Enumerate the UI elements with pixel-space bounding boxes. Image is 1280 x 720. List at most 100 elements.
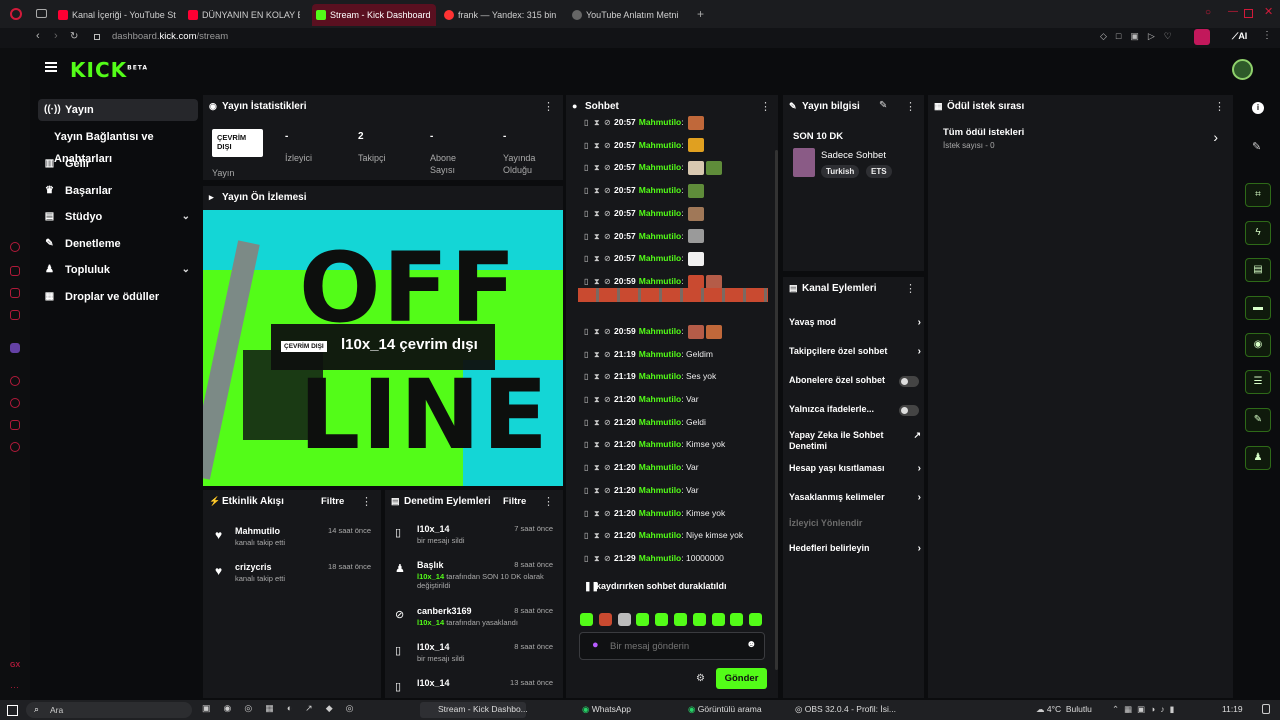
timeout-icon[interactable]: ⧗ xyxy=(594,207,604,221)
ban-icon[interactable]: ⊘ xyxy=(604,184,614,198)
trash-icon[interactable]: ▯ xyxy=(584,529,594,543)
shopping-icon[interactable] xyxy=(10,266,20,276)
ban-icon[interactable]: ⊘ xyxy=(604,393,614,407)
timeout-icon[interactable]: ⧗ xyxy=(594,230,604,244)
edit-icon[interactable]: ✎ xyxy=(879,100,887,111)
taskbar-item-obs[interactable]: ◎ OBS 32.0.4 - Profil: İsi... xyxy=(795,704,896,715)
chat-input-box[interactable]: ● ☻ xyxy=(579,632,765,660)
chat-message[interactable]: ▯ ⧗ ⊘ 21:19 Mahmutilo: Ses yok xyxy=(584,369,716,383)
kebab-menu-icon[interactable]: ⋮ xyxy=(760,100,771,113)
trash-icon[interactable]: ▯ xyxy=(584,184,594,198)
nav-item-basarilar[interactable]: ♛ Başarılar xyxy=(38,180,198,202)
extension-icons[interactable]: ◇□▣▷♡ xyxy=(1100,31,1181,42)
windows-start-icon[interactable] xyxy=(7,705,18,716)
trash-icon[interactable]: ▯ xyxy=(584,161,594,175)
workspaces-icon[interactable] xyxy=(36,9,47,18)
chat-paused-banner[interactable]: ❚❚ kaydırırken sohbet duraklatıldı xyxy=(574,575,770,597)
kebab-menu-icon[interactable]: ⋮ xyxy=(1214,100,1225,113)
channel-action-item[interactable]: Yapay Zeka ile Sohbet Denetimi ↗ xyxy=(789,430,921,452)
timeout-icon[interactable]: ⧗ xyxy=(594,161,604,175)
message-user[interactable]: Mahmutilo xyxy=(639,349,682,359)
chat-message[interactable]: ▯ ⧗ ⊘ 20:57 Mahmutilo: xyxy=(584,160,722,176)
ban-icon[interactable]: ⊘ xyxy=(604,552,614,566)
chat-message[interactable]: ▯ ⧗ ⊘ 20:57 Mahmutilo: xyxy=(584,206,704,221)
trash-icon[interactable]: ▯ xyxy=(584,552,594,566)
timeout-icon[interactable]: ⧗ xyxy=(594,116,604,130)
chat-message[interactable]: ▯ ⧗ ⊘ 20:57 Mahmutilo: xyxy=(584,115,704,130)
timeout-icon[interactable]: ⧗ xyxy=(594,461,604,475)
trash-icon[interactable]: ▯ xyxy=(584,325,594,339)
taskbar-search[interactable]: ⌕ Ara xyxy=(26,702,192,718)
new-tab-icon[interactable]: + xyxy=(697,7,704,21)
notifications-icon[interactable] xyxy=(1262,704,1270,714)
search-tabs-icon[interactable]: ○ xyxy=(1205,7,1211,18)
chat-icon[interactable]: ▬ xyxy=(1245,296,1271,320)
filter-button[interactable]: Filtre xyxy=(503,496,526,507)
microphone-icon[interactable]: ● xyxy=(592,639,599,651)
trash-icon[interactable]: ▯ xyxy=(584,139,594,153)
ban-icon[interactable]: ⊘ xyxy=(604,139,614,153)
aria-icon[interactable] xyxy=(10,242,20,252)
emote-button[interactable] xyxy=(636,613,650,626)
chat-message[interactable]: ▯ ⧗ ⊘ 21:20 Mahmutilo: Var xyxy=(584,483,699,497)
back-icon[interactable]: ‹ xyxy=(36,30,40,42)
trash-icon[interactable]: ▯ xyxy=(584,348,594,362)
ban-icon[interactable]: ⊘ xyxy=(604,529,614,543)
channel-action-item[interactable]: Takipçilere özel sohbet › xyxy=(789,346,921,357)
nav-item-yayin[interactable]: ((·)) Yayın xyxy=(38,99,198,121)
chat-input[interactable] xyxy=(610,639,740,653)
trash-icon[interactable]: ▯ xyxy=(584,230,594,244)
chat-message[interactable]: ▯ ⧗ ⊘ 21:29 Mahmutilo: 10000000 xyxy=(584,551,724,565)
history-icon[interactable] xyxy=(10,398,20,408)
message-user[interactable]: Mahmutilo xyxy=(639,508,682,518)
channel-action-item[interactable]: Yalnızca ifadelerle... xyxy=(789,404,919,416)
emote-button[interactable] xyxy=(580,613,593,626)
ban-icon[interactable]: ⊘ xyxy=(604,275,614,289)
wrench-icon[interactable]: ✎ xyxy=(1245,408,1271,432)
trash-icon[interactable]: ▯ xyxy=(584,461,594,475)
ban-icon[interactable]: ⊘ xyxy=(604,325,614,339)
chat-message[interactable]: ▯ ⧗ ⊘ 20:57 Mahmutilo: xyxy=(584,183,704,198)
ban-icon[interactable]: ⊘ xyxy=(604,161,614,175)
nav-item-studyo[interactable]: ▤ Stüdyo ⌄ xyxy=(38,206,198,228)
timeout-icon[interactable]: ⧗ xyxy=(594,184,604,198)
chat-message[interactable]: ▯ ⧗ ⊘ 20:57 Mahmutilo: xyxy=(584,251,704,266)
message-user[interactable]: Mahmutilo xyxy=(639,326,682,336)
trash-icon[interactable]: ▯ xyxy=(584,116,594,130)
browser-tab[interactable]: YouTube Anlatım Metni xyxy=(572,4,690,26)
all-rewards-row[interactable]: Tüm ödül istekleri İstek sayısı - 0 › xyxy=(943,127,1218,155)
chat-message[interactable]: ▯ ⧗ ⊘ 20:57 Mahmutilo: xyxy=(584,229,704,244)
ban-icon[interactable]: ⊘ xyxy=(604,416,614,430)
channel-action-item[interactable]: Yavaş mod › xyxy=(789,317,921,328)
toggle-switch[interactable] xyxy=(899,405,919,416)
toggle-switch[interactable] xyxy=(899,376,919,387)
aria-ai-button[interactable]: ⟋AI xyxy=(1232,31,1247,42)
emote-button[interactable] xyxy=(749,613,763,626)
timeout-icon[interactable]: ⧗ xyxy=(594,325,604,339)
twitch-icon[interactable] xyxy=(10,343,20,353)
ban-icon[interactable]: ⊘ xyxy=(604,484,614,498)
kick-logo[interactable]: KICKBETA xyxy=(70,58,148,82)
message-user[interactable]: Mahmutilo xyxy=(639,276,682,286)
forward-icon[interactable]: › xyxy=(54,30,58,42)
nav-item-gelir[interactable]: ▥ Gelir xyxy=(38,153,198,175)
mod-actor[interactable]: l10x_14 xyxy=(417,618,444,627)
chat-message[interactable]: ▯ ⧗ ⊘ 21:20 Mahmutilo: Kimse yok xyxy=(584,506,725,520)
url-field[interactable]: dashboard.kick.com/stream xyxy=(112,31,228,42)
trash-icon[interactable]: ▯ xyxy=(584,207,594,221)
message-user[interactable]: Mahmutilo xyxy=(639,162,682,172)
browser-tab[interactable]: DÜNYANIN EN KOLAY BA xyxy=(188,4,300,26)
taskbar-item-whatsapp[interactable]: ◉ WhatsApp xyxy=(582,704,631,715)
message-user[interactable]: Mahmutilo xyxy=(639,485,682,495)
browser-tab[interactable]: frank — Yandex: 315 bin s xyxy=(444,4,558,26)
avatar[interactable] xyxy=(1232,59,1253,80)
ban-icon[interactable]: ⊘ xyxy=(604,230,614,244)
emoji-icon[interactable]: ☻ xyxy=(746,639,757,650)
chat-message[interactable]: ▯ ⧗ ⊘ 21:20 Mahmutilo: Var xyxy=(584,392,699,406)
broadcast-icon[interactable]: ◉ xyxy=(1245,333,1271,357)
channel-action-item[interactable]: Abonelere özel sohbet xyxy=(789,375,919,387)
ban-icon[interactable]: ⊘ xyxy=(604,507,614,521)
ban-icon[interactable]: ⊘ xyxy=(604,370,614,384)
timeout-icon[interactable]: ⧗ xyxy=(594,139,604,153)
kebab-menu-icon[interactable]: ⋮ xyxy=(905,282,916,295)
